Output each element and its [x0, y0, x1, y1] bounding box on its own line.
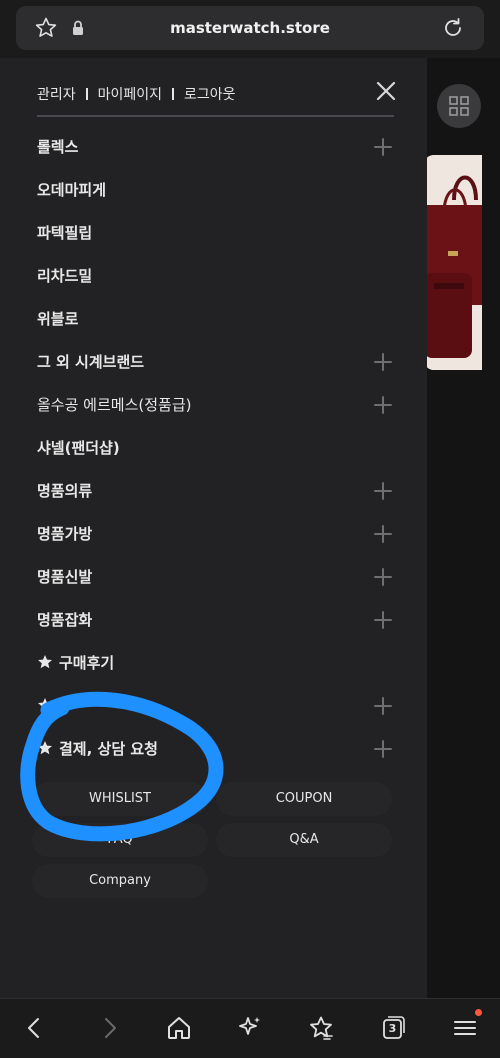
- lock-icon: [73, 20, 83, 35]
- faq-link[interactable]: FAQ: [32, 823, 208, 857]
- star-icon: [38, 698, 52, 712]
- close-icon[interactable]: [375, 80, 397, 102]
- menu-item-label: 명품의류: [37, 471, 92, 511]
- tab-count: 3: [388, 1022, 397, 1035]
- admin-link[interactable]: 관리자: [37, 87, 76, 103]
- menu-item[interactable]: 리차드밀: [37, 256, 393, 296]
- menu-item-label: 위블로: [37, 299, 78, 339]
- expand-plus-icon[interactable]: [373, 739, 393, 759]
- expand-plus-icon[interactable]: [373, 610, 393, 630]
- star-icon: [38, 655, 52, 669]
- menu-item-text: 샤넬(팬더샵): [37, 439, 120, 457]
- bookmark-star-icon[interactable]: [34, 16, 58, 40]
- star-icon: [38, 741, 52, 755]
- menu-item-label: 롤렉스: [37, 127, 78, 167]
- menu-item-text: 파텍필립: [37, 224, 93, 242]
- wishlist-link[interactable]: WHISLIST: [32, 782, 208, 816]
- menu-item-label: 오데마피게: [37, 170, 106, 210]
- menu-item[interactable]: 파텍필립: [37, 213, 393, 253]
- menu-item[interactable]: 오데마피게: [37, 170, 393, 210]
- menu-item[interactable]: 명품잡화: [37, 600, 393, 640]
- drawer-divider: [37, 115, 394, 117]
- menu-item[interactable]: 명품신발: [37, 557, 393, 597]
- menu-item-label: 구매후기: [37, 643, 114, 683]
- menu-item-text: 결제, 상담 요청: [59, 740, 158, 758]
- handbag-image: [424, 155, 482, 370]
- menu-item[interactable]: 명품의류: [37, 471, 393, 511]
- menu-item-label: 명품신발: [37, 557, 92, 597]
- menu-item-label: 명품가방: [37, 514, 92, 554]
- expand-plus-icon[interactable]: [373, 395, 393, 415]
- menu-item-label: 그 외 시계브랜드: [37, 342, 144, 382]
- favorites-icon[interactable]: [307, 1014, 335, 1042]
- menu-item-text: 위블로: [37, 310, 79, 328]
- reload-icon[interactable]: [441, 16, 465, 40]
- menu-item-text: 오데마피게: [37, 181, 107, 199]
- expand-plus-icon[interactable]: [373, 567, 393, 587]
- forward-icon[interactable]: [95, 1014, 123, 1042]
- drawer-top-links: 관리자 마이페이지 로그아웃: [37, 84, 236, 104]
- menu-item[interactable]: 위블로: [37, 299, 393, 339]
- menu-item[interactable]: 그 외 시계브랜드: [37, 342, 393, 382]
- notification-dot: [475, 1009, 482, 1016]
- view-toggle-button[interactable]: [437, 84, 481, 128]
- menu-item[interactable]: 결제, 상담 요청: [37, 729, 393, 769]
- menu-item-label: 샤넬(팬더샵): [37, 428, 120, 468]
- menu-item-label: [37, 686, 59, 726]
- menu-item[interactable]: 롤렉스: [37, 127, 393, 167]
- browser-top-bar: masterwatch.store: [0, 0, 500, 58]
- qna-link[interactable]: Q&A: [216, 823, 392, 857]
- link-divider: [85, 88, 88, 100]
- expand-plus-icon[interactable]: [373, 352, 393, 372]
- grid-icon: [449, 96, 469, 116]
- menu-item-label: 파텍필립: [37, 213, 92, 253]
- menu-item-text: 명품잡화: [37, 611, 93, 629]
- menu-icon[interactable]: [451, 1014, 479, 1042]
- menu-item[interactable]: 샤넬(팬더샵): [37, 428, 393, 468]
- menu-item-text: 올수공 에르메스(정품급): [37, 396, 192, 414]
- expand-plus-icon[interactable]: [373, 696, 393, 716]
- logout-link[interactable]: 로그아웃: [184, 87, 236, 103]
- menu-item[interactable]: [37, 686, 393, 726]
- menu-item-label: 리차드밀: [37, 256, 92, 296]
- menu-item-text: 명품가방: [37, 525, 93, 543]
- product-image[interactable]: [424, 155, 482, 370]
- browser-bottom-bar: 3: [0, 998, 500, 1058]
- mypage-link[interactable]: 마이페이지: [98, 87, 162, 103]
- sparkle-icon[interactable]: [236, 1014, 264, 1042]
- address-bar[interactable]: masterwatch.store: [16, 6, 484, 50]
- menu-item[interactable]: 올수공 에르메스(정품급): [37, 385, 393, 425]
- menu-item-label: 올수공 에르메스(정품급): [37, 385, 191, 425]
- menu-item-text: 명품의류: [37, 482, 93, 500]
- home-icon[interactable]: [165, 1014, 193, 1042]
- menu-item-text: 롤렉스: [37, 138, 79, 156]
- menu-item[interactable]: 명품가방: [37, 514, 393, 554]
- menu-item-text: 명품신발: [37, 568, 93, 586]
- link-divider: [172, 88, 175, 100]
- expand-plus-icon[interactable]: [373, 137, 393, 157]
- menu-item-text: 그 외 시계브랜드: [37, 353, 145, 371]
- menu-item-label: 결제, 상담 요청: [37, 729, 158, 769]
- company-link[interactable]: Company: [32, 864, 208, 898]
- expand-plus-icon[interactable]: [373, 481, 393, 501]
- expand-plus-icon[interactable]: [373, 524, 393, 544]
- menu-item-text: 구매후기: [59, 654, 115, 672]
- back-icon[interactable]: [21, 1014, 49, 1042]
- menu-item-text: 리차드밀: [37, 267, 93, 285]
- menu-item[interactable]: 구매후기: [37, 643, 393, 683]
- menu-item-label: 명품잡화: [37, 600, 92, 640]
- coupon-link[interactable]: COUPON: [216, 782, 392, 816]
- tabs-button[interactable]: 3: [379, 1014, 407, 1042]
